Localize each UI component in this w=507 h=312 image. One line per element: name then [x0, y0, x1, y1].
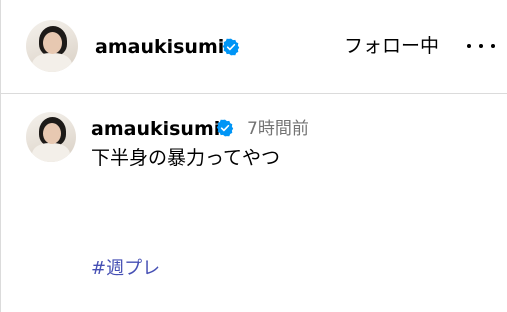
post-header: amaukisumi フォロー中 [1, 0, 507, 94]
caption-avatar[interactable] [26, 112, 76, 162]
verified-badge-icon [216, 119, 234, 137]
header-username-link[interactable]: amaukisumi [95, 36, 224, 58]
profile-avatar[interactable] [26, 20, 78, 72]
caption-username-link[interactable]: amaukisumi [91, 118, 220, 140]
hashtag-link[interactable]: #週プレ [91, 257, 160, 281]
post-caption: 下半身の暴力ってやつ [91, 147, 281, 169]
following-button[interactable]: フォロー中 [344, 34, 439, 58]
verified-badge-icon [222, 38, 240, 56]
post-timestamp[interactable]: 7時間前 [247, 118, 309, 140]
post-panel: amaukisumi フォロー中 amaukisumi 7時間前 下半身の暴力っ… [0, 0, 507, 312]
more-options-icon[interactable] [467, 36, 495, 56]
